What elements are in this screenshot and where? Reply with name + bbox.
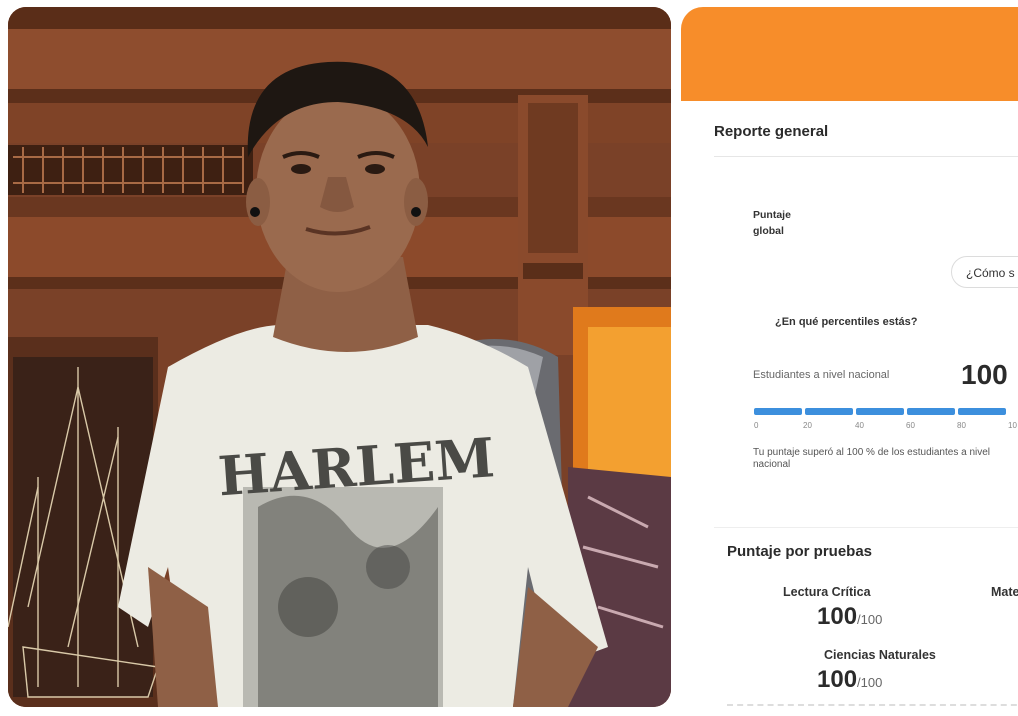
student-photo: HARLEM [8, 7, 671, 707]
progress-segment [805, 408, 853, 415]
tick-label: 80 [957, 421, 966, 430]
report-card: Reporte general Puntaje global ¿Cómo s ¿… [681, 7, 1018, 716]
shirt-graphic [243, 487, 443, 707]
nacional-label: Estudiantes a nivel nacional [753, 369, 890, 381]
progress-segment [907, 408, 955, 415]
subject-score: 100/100 [817, 666, 882, 694]
tick-label: 20 [803, 421, 812, 430]
score-value: 100 [817, 666, 858, 693]
puntaje-global-text: Puntaje global [753, 209, 791, 237]
score-denominator: /100 [857, 612, 883, 627]
tick-label: 40 [855, 421, 864, 430]
progress-segment [958, 408, 1006, 415]
divider [714, 156, 1018, 157]
divider [714, 527, 1018, 528]
percentile-question: ¿En qué percentiles estás? [775, 316, 918, 328]
subject-name: Mate [991, 585, 1018, 599]
subject-name: Lectura Crítica [783, 585, 871, 599]
report-title: Reporte general [714, 123, 829, 140]
tick-label: 10 [1008, 421, 1017, 430]
subject-name: Ciencias Naturales [824, 648, 936, 662]
progress-ticks: 0 20 40 60 80 10 [754, 421, 1018, 433]
subject-score: 100/100 [817, 603, 882, 631]
como-se-calcula-button[interactable]: ¿Cómo s [951, 256, 1018, 288]
percentile-progress-bar [754, 408, 1006, 415]
lattice-panel [8, 145, 253, 195]
tick-label: 60 [906, 421, 915, 430]
photo-illustration: HARLEM [8, 7, 671, 707]
dashed-separator [727, 704, 1018, 706]
progress-segment [856, 408, 904, 415]
report-header-bar [681, 7, 1018, 101]
nacional-value: 100 [961, 359, 1008, 390]
puntaje-global-label: Puntaje global [753, 207, 833, 239]
pruebas-title: Puntaje por pruebas [727, 543, 873, 560]
percentile-note: Tu puntaje superó al 100 % de los estudi… [753, 447, 991, 470]
score-denominator: /100 [857, 675, 883, 690]
progress-segment [754, 408, 802, 415]
score-value: 100 [817, 603, 858, 630]
tick-label: 0 [754, 421, 759, 430]
